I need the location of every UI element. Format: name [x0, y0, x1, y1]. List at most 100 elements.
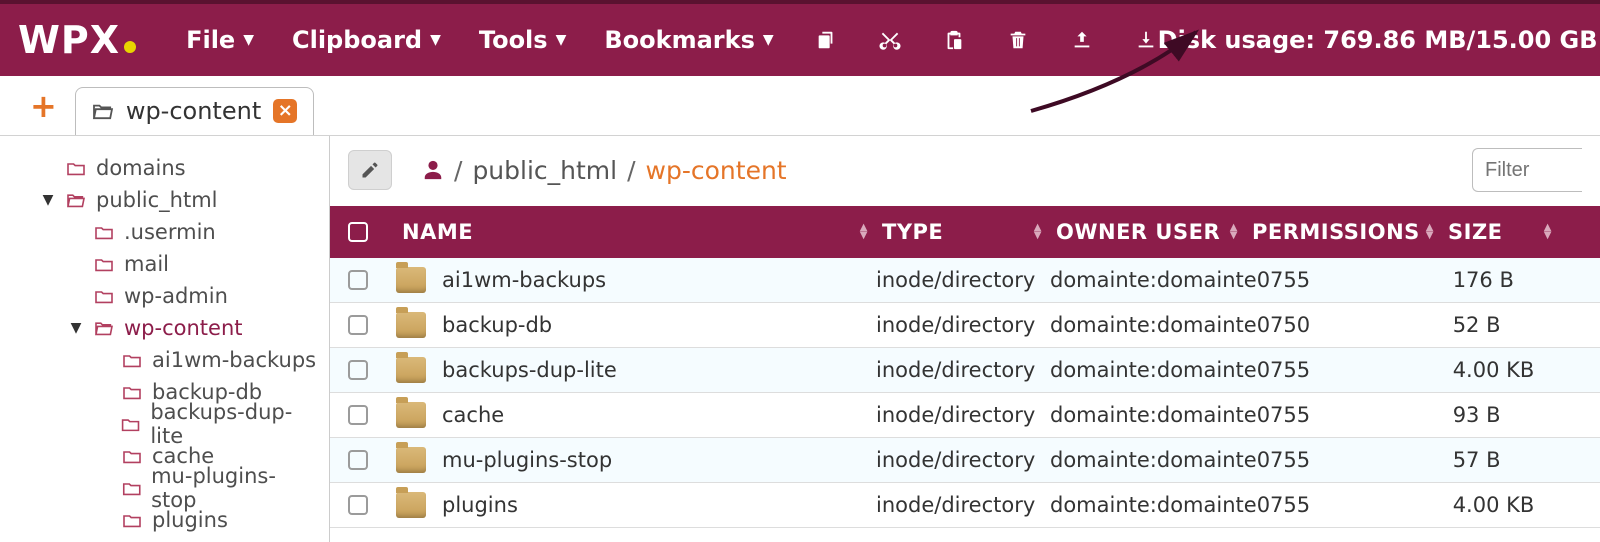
logo-dot-icon: [124, 41, 136, 53]
folder-icon: [396, 492, 426, 518]
folder-icon: [121, 416, 140, 432]
folder-open-icon: [94, 320, 114, 336]
tree-item-label: mu-plugins-stop: [151, 464, 317, 512]
user-icon[interactable]: [422, 159, 444, 181]
row-checkbox[interactable]: [348, 360, 396, 380]
tree-item-label: wp-admin: [124, 284, 228, 308]
menu-file[interactable]: File▼: [186, 26, 254, 54]
cell-permissions: 0750: [1257, 313, 1453, 337]
menu-file-label: File: [186, 26, 235, 54]
cell-type: inode/directory: [876, 313, 1050, 337]
cell-permissions: 0755: [1257, 448, 1453, 472]
cell-name: backups-dup-lite: [396, 357, 876, 383]
folder-icon: [396, 447, 426, 473]
cut-icon[interactable]: [878, 28, 902, 52]
tree-item-label: domains: [96, 156, 186, 180]
folder-icon: [396, 357, 426, 383]
cell-name: ai1wm-backups: [396, 267, 876, 293]
folder-icon: [396, 267, 426, 293]
table-row[interactable]: plugins inode/directorydomainte:domainte0…: [330, 483, 1600, 528]
sort-icon: ▲▼: [1230, 224, 1246, 240]
row-checkbox[interactable]: [348, 495, 396, 515]
col-header-type[interactable]: TYPE▲▼: [876, 206, 1050, 258]
expand-arrow-icon[interactable]: ▼: [40, 192, 56, 208]
trash-icon[interactable]: [1006, 28, 1030, 52]
cell-name: plugins: [396, 492, 876, 518]
top-toolbar: WPX File▼ Clipboard▼ Tools▼ Bookmarks▼ D…: [0, 0, 1600, 76]
folder-icon: [396, 402, 426, 428]
expand-arrow-icon[interactable]: ▼: [68, 320, 84, 336]
cell-name: mu-plugins-stop: [396, 447, 876, 473]
cell-type: inode/directory: [876, 448, 1050, 472]
cell-owner: domainte:domainte: [1050, 493, 1257, 517]
folder-icon: [122, 512, 142, 528]
cell-size: 93 B: [1453, 403, 1571, 427]
table-row[interactable]: backups-dup-liteinode/directorydomainte:…: [330, 348, 1600, 393]
menu-tools[interactable]: Tools ▼: [479, 26, 566, 54]
file-name: cache: [442, 403, 504, 427]
new-tab-button[interactable]: +: [30, 87, 57, 125]
edit-path-button[interactable]: [348, 150, 392, 190]
col-header-permissions[interactable]: PERMISSIONS▲▼: [1246, 206, 1442, 258]
paste-icon[interactable]: [942, 28, 966, 52]
row-checkbox[interactable]: [348, 270, 396, 290]
copy-icon[interactable]: [814, 28, 838, 52]
tree-item-wp-content[interactable]: ▼ wp-content: [40, 312, 317, 344]
col-header-owner[interactable]: OWNER USER▲▼: [1050, 206, 1246, 258]
col-header-name[interactable]: NAME▲▼: [396, 206, 876, 258]
filter-input[interactable]: [1472, 148, 1582, 192]
chevron-down-icon: ▼: [430, 32, 441, 48]
sort-icon: ▲▼: [1544, 224, 1560, 240]
menu-clipboard[interactable]: Clipboard▼: [292, 26, 441, 54]
table-row[interactable]: cacheinode/directorydomainte:domainte075…: [330, 393, 1600, 438]
tab-label: wp-content: [126, 97, 261, 125]
download-icon[interactable]: [1134, 28, 1158, 52]
tree-item--usermin[interactable]: .usermin: [40, 216, 317, 248]
tree-item-label: wp-content: [124, 316, 242, 340]
cell-name: backup-db: [396, 312, 876, 338]
tree-item-mu-plugins-stop[interactable]: mu-plugins-stop: [40, 472, 317, 504]
row-checkbox[interactable]: [348, 405, 396, 425]
chevron-down-icon: ▼: [556, 32, 567, 48]
cell-type: inode/directory: [876, 268, 1050, 292]
sort-icon: ▲▼: [1034, 224, 1050, 240]
menu-tools-label: Tools: [479, 26, 548, 54]
cell-size: 4.00 KB: [1453, 493, 1571, 517]
breadcrumb-wp-content[interactable]: wp-content: [646, 156, 787, 185]
chevron-down-icon: ▼: [763, 32, 774, 48]
table-row[interactable]: mu-plugins-stopinode/directorydomainte:d…: [330, 438, 1600, 483]
cell-size: 176 B: [1453, 268, 1571, 292]
cell-owner: domainte:domainte: [1050, 358, 1257, 382]
cell-owner: domainte:domainte: [1050, 313, 1257, 337]
select-all-checkbox[interactable]: [348, 222, 396, 242]
tree-item-label: plugins: [152, 508, 228, 532]
tree-item-domains[interactable]: domains: [40, 152, 317, 184]
file-name: backup-db: [442, 313, 552, 337]
sort-icon: ▲▼: [860, 224, 876, 240]
tree-item-wp-admin[interactable]: wp-admin: [40, 280, 317, 312]
row-checkbox[interactable]: [348, 315, 396, 335]
tab-wp-content[interactable]: wp-content ×: [75, 87, 314, 135]
cell-permissions: 0755: [1257, 493, 1453, 517]
tree-item-mail[interactable]: mail: [40, 248, 317, 280]
tree-item-label: public_html: [96, 188, 218, 212]
table-row[interactable]: ai1wm-backupsinode/directorydomainte:dom…: [330, 258, 1600, 303]
table-header: NAME▲▼ TYPE▲▼ OWNER USER▲▼ PERMISSIONS▲▼…: [330, 206, 1600, 258]
breadcrumb-public-html[interactable]: public_html: [472, 156, 617, 185]
table-body: ai1wm-backupsinode/directorydomainte:dom…: [330, 258, 1600, 528]
row-checkbox[interactable]: [348, 450, 396, 470]
breadcrumb-slash: /: [454, 156, 462, 185]
cell-owner: domainte:domainte: [1050, 268, 1257, 292]
upload-icon[interactable]: [1070, 28, 1094, 52]
file-name: plugins: [442, 493, 518, 517]
tree-item-backups-dup-lite[interactable]: backups-dup-lite: [40, 408, 317, 440]
menu-bookmarks[interactable]: Bookmarks▼: [604, 26, 773, 54]
close-tab-button[interactable]: ×: [273, 99, 297, 123]
tree-item-public-html[interactable]: ▼ public_html: [40, 184, 317, 216]
cell-size: 52 B: [1453, 313, 1571, 337]
cell-name: cache: [396, 402, 876, 428]
cell-type: inode/directory: [876, 493, 1050, 517]
tree-item-ai1wm-backups[interactable]: ai1wm-backups: [40, 344, 317, 376]
col-header-size[interactable]: SIZE▲▼: [1442, 206, 1560, 258]
table-row[interactable]: backup-db inode/directorydomainte:domaint…: [330, 303, 1600, 348]
